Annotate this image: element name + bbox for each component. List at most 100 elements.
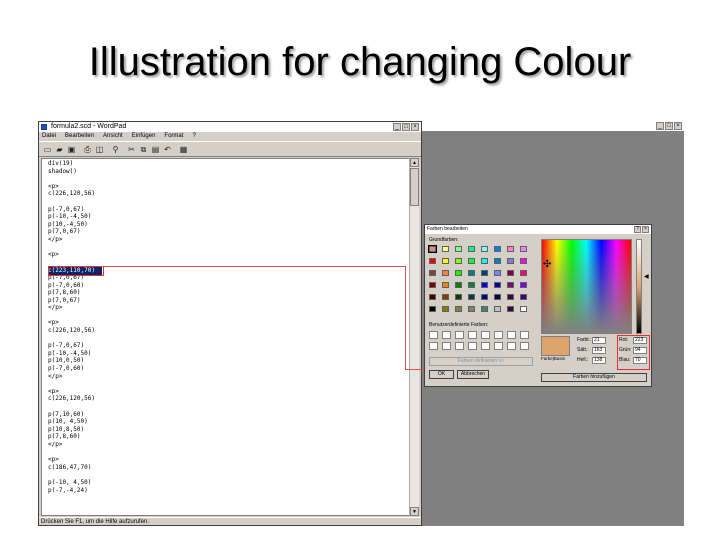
basic-color-swatch[interactable]	[429, 258, 436, 264]
basic-color-swatch[interactable]	[429, 282, 436, 288]
basic-color-swatch[interactable]	[507, 306, 514, 312]
basic-color-swatch[interactable]	[455, 294, 462, 300]
basic-color-swatch[interactable]	[455, 246, 462, 252]
basic-color-swatch[interactable]	[468, 306, 475, 312]
open-folder-icon[interactable]: ▰	[54, 144, 65, 155]
basic-color-swatch[interactable]	[494, 282, 501, 288]
bg-close-button[interactable]: ×	[674, 122, 682, 130]
basic-color-swatch[interactable]	[507, 258, 514, 264]
basic-color-swatch[interactable]	[494, 294, 501, 300]
bg-minimize-button[interactable]: _	[656, 122, 664, 130]
luminance-slider[interactable]	[636, 239, 642, 334]
print-preview-icon[interactable]: ◫	[94, 144, 105, 155]
custom-color-swatch[interactable]	[494, 331, 503, 339]
scroll-up-arrow-icon[interactable]: ▲	[410, 158, 419, 167]
minimize-button[interactable]: _	[393, 123, 401, 131]
basic-color-swatch[interactable]	[520, 294, 527, 300]
crosshair-icon[interactable]: ✣	[543, 260, 551, 270]
custom-color-swatch[interactable]	[455, 342, 464, 350]
bg-maximize-button[interactable]: □	[665, 122, 673, 130]
basic-color-swatch[interactable]	[468, 270, 475, 276]
basic-color-swatch[interactable]	[481, 306, 488, 312]
basic-color-swatch[interactable]	[494, 306, 501, 312]
basic-color-swatch[interactable]	[468, 258, 475, 264]
luminance-arrow-icon[interactable]: ◀	[644, 274, 649, 280]
ok-button[interactable]: OK	[429, 370, 454, 379]
basic-color-swatch[interactable]	[442, 294, 449, 300]
basic-color-swatch[interactable]	[481, 294, 488, 300]
menu-einfuegen[interactable]: Einfügen	[132, 132, 156, 141]
custom-color-swatch[interactable]	[507, 342, 516, 350]
wordpad-titlebar[interactable]: formula2.scd - WordPad _ □ ×	[39, 122, 421, 132]
basic-color-swatch[interactable]	[468, 294, 475, 300]
basic-color-swatch[interactable]	[520, 282, 527, 288]
green-field[interactable]: 94	[633, 347, 647, 354]
paste-icon[interactable]: ▤	[150, 144, 161, 155]
basic-color-swatch[interactable]	[481, 246, 488, 252]
basic-color-swatch[interactable]	[429, 306, 436, 312]
dialog-help-button[interactable]: ?	[634, 226, 641, 233]
custom-color-swatch[interactable]	[455, 331, 464, 339]
basic-color-swatch[interactable]	[494, 270, 501, 276]
undo-icon[interactable]: ↶	[162, 144, 173, 155]
basic-color-swatch[interactable]	[455, 258, 462, 264]
print-icon[interactable]: ⎙	[82, 144, 93, 155]
menu-datei[interactable]: Datei	[42, 132, 56, 141]
date-time-icon[interactable]: ▦	[178, 144, 189, 155]
save-icon[interactable]: ▣	[66, 144, 77, 155]
basic-color-swatch[interactable]	[507, 270, 514, 276]
basic-color-swatch[interactable]	[442, 270, 449, 276]
basic-color-swatch[interactable]	[494, 246, 501, 252]
blue-field[interactable]: 70	[633, 357, 647, 364]
custom-color-swatch[interactable]	[520, 331, 529, 339]
custom-color-swatch[interactable]	[468, 342, 477, 350]
sat-field[interactable]: 163	[592, 347, 606, 354]
basic-color-swatch[interactable]	[494, 258, 501, 264]
menu-help[interactable]: ?	[192, 132, 195, 141]
custom-color-swatch[interactable]	[481, 331, 490, 339]
basic-color-swatch[interactable]	[442, 282, 449, 288]
custom-color-swatch[interactable]	[468, 331, 477, 339]
vertical-scrollbar[interactable]: ▲ ▼	[409, 158, 419, 516]
scroll-down-arrow-icon[interactable]: ▼	[410, 507, 419, 516]
basic-color-swatch[interactable]	[520, 246, 527, 252]
lum-field[interactable]: 138	[592, 357, 606, 364]
basic-color-swatch[interactable]	[507, 294, 514, 300]
dialog-close-button[interactable]: ×	[642, 226, 649, 233]
custom-color-swatch[interactable]	[481, 342, 490, 350]
basic-color-swatch[interactable]	[520, 270, 527, 276]
custom-color-swatch[interactable]	[494, 342, 503, 350]
custom-color-swatch[interactable]	[507, 331, 516, 339]
find-icon[interactable]: ⚲	[110, 144, 121, 155]
add-to-custom-colors-button[interactable]: Farben hinzufügen	[541, 373, 647, 382]
maximize-button[interactable]: □	[402, 123, 410, 131]
menu-bearbeiten[interactable]: Bearbeiten	[65, 132, 94, 141]
cancel-button[interactable]: Abbrechen	[457, 370, 489, 379]
basic-color-swatch[interactable]	[442, 306, 449, 312]
custom-color-swatch[interactable]	[429, 342, 438, 350]
close-button[interactable]: ×	[411, 123, 419, 131]
new-document-icon[interactable]: ▭	[42, 144, 53, 155]
basic-color-swatch[interactable]	[429, 270, 436, 276]
custom-color-swatch[interactable]	[442, 331, 451, 339]
basic-color-swatch[interactable]	[428, 245, 437, 253]
custom-color-swatch[interactable]	[520, 342, 529, 350]
hue-field[interactable]: 21	[592, 337, 606, 344]
color-spectrum[interactable]	[541, 239, 632, 334]
cut-icon[interactable]: ✂	[126, 144, 137, 155]
dialog-titlebar[interactable]: Farben bearbeiten ? ×	[425, 225, 651, 234]
scroll-thumb[interactable]	[410, 168, 419, 206]
red-field[interactable]: 223	[633, 337, 647, 344]
custom-color-swatch[interactable]	[442, 342, 451, 350]
background-window-titlebar[interactable]: _ □ ×	[422, 121, 684, 131]
basic-color-swatch[interactable]	[468, 246, 475, 252]
basic-color-swatch[interactable]	[481, 282, 488, 288]
copy-icon[interactable]: ⧉	[138, 144, 149, 155]
basic-color-swatch[interactable]	[481, 270, 488, 276]
basic-color-swatch[interactable]	[507, 246, 514, 252]
custom-color-swatch[interactable]	[429, 331, 438, 339]
define-colors-button[interactable]: Farben definieren >>	[429, 357, 533, 366]
basic-color-swatch[interactable]	[481, 258, 488, 264]
basic-color-swatch[interactable]	[520, 258, 527, 264]
menu-format[interactable]: Format	[164, 132, 183, 141]
